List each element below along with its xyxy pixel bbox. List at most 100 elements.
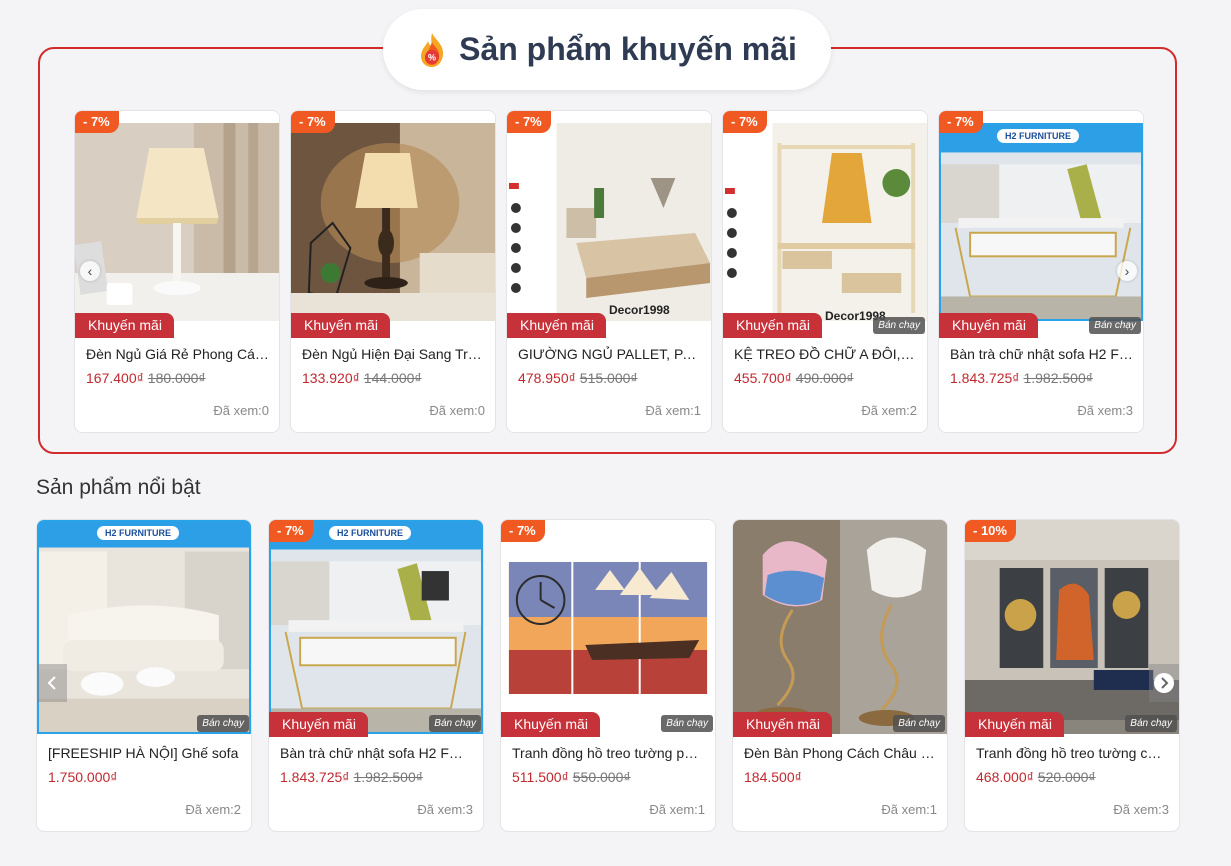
discount-badge: - 7% <box>723 111 767 133</box>
view-count: Đã xem:1 <box>881 802 937 817</box>
product-name[interactable]: Đèn Bàn Phong Cách Châu Âu <box>744 745 937 761</box>
price-row: 184.500₫ <box>744 769 802 785</box>
sale-price: 478.950₫ <box>518 370 576 386</box>
product-card[interactable]: - 10% Khuyến mãi Bán chạy Tranh đồng hồ … <box>964 519 1180 832</box>
view-count: Đã xem:1 <box>645 403 701 418</box>
discount-badge: - 7% <box>507 111 551 133</box>
promo-label: Khuyến mãi <box>733 712 832 737</box>
bestseller-tag: Bán chạy <box>197 715 249 732</box>
price-row: 1.843.725₫ 1.982.500₫ <box>950 370 1093 386</box>
product-image[interactable] <box>939 123 1143 321</box>
sale-price: 184.500₫ <box>744 769 802 785</box>
old-price: 144.000₫ <box>363 370 422 386</box>
product-image[interactable] <box>733 520 947 734</box>
old-price: 490.000₫ <box>795 370 854 386</box>
old-price: 180.000₫ <box>147 370 206 386</box>
old-price: 1.982.500₫ <box>1023 370 1093 386</box>
bestseller-tag: Bán chạy <box>429 715 481 732</box>
view-count: Đã xem:3 <box>417 802 473 817</box>
promo-label: Khuyến mãi <box>965 712 1064 737</box>
sale-price: 1.843.725₫ <box>950 370 1020 386</box>
old-price: 520.000₫ <box>1037 769 1096 785</box>
sale-price: 468.000₫ <box>976 769 1034 785</box>
bestseller-tag: Bán chạy <box>1089 317 1141 334</box>
product-name[interactable]: Tranh đồng hồ treo tường cô gái <box>976 745 1169 761</box>
discount-badge: - 7% <box>501 520 545 542</box>
chevron-right-icon[interactable]: › <box>1117 261 1137 281</box>
promo-label: Khuyến mãi <box>291 313 390 338</box>
discount-badge: - 7% <box>75 111 119 133</box>
old-price: 550.000₫ <box>572 769 631 785</box>
view-count: Đã xem:0 <box>213 403 269 418</box>
price-row: 1.750.000₫ <box>48 769 117 785</box>
promo-label: Khuyến mãi <box>723 313 822 338</box>
product-image[interactable] <box>723 123 927 321</box>
sale-price: 133.920₫ <box>302 370 360 386</box>
chevron-left-icon[interactable]: ‹ <box>80 261 100 281</box>
product-card[interactable]: - 7% Decor1998 Khuyến mãi Bán chạy KỆ TR… <box>722 110 928 433</box>
promo-label: Khuyến mãi <box>939 313 1038 338</box>
product-card[interactable]: - 7% Decor1998 Khuyến mãi GIƯỜNG NGỦ PAL… <box>506 110 712 433</box>
product-name[interactable]: [FREESHIP HÀ NỘI] Ghế sofa <box>48 745 241 761</box>
product-name[interactable]: KỆ TREO ĐỒ CHỮ A ĐÔI,KỆ TREO <box>734 346 917 362</box>
price-row: 133.920₫ 144.000₫ <box>302 370 422 386</box>
promo-label: Khuyến mãi <box>507 313 606 338</box>
bestseller-tag: Bán chạy <box>661 715 713 732</box>
product-card[interactable]: - 7% Khuyến mãi Đèn Ngủ Hiện Đại Sang Tr… <box>290 110 496 433</box>
product-name[interactable]: Đèn Ngủ Giá Rẻ Phong Cách Hàn Quốc <box>86 346 269 362</box>
product-image[interactable] <box>291 123 495 321</box>
chevron-left-icon[interactable] <box>37 664 67 702</box>
discount-badge: - 10% <box>965 520 1016 542</box>
price-row: 468.000₫ 520.000₫ <box>976 769 1096 785</box>
discount-badge: - 7% <box>269 520 313 542</box>
product-card[interactable]: H2 FURNITURE Bán chạy [FREESHIP HÀ NỘI] … <box>36 519 252 832</box>
view-count: Đã xem:2 <box>861 403 917 418</box>
view-count: Đã xem:3 <box>1077 403 1133 418</box>
brand-logo: H2 FURNITURE <box>329 526 412 540</box>
sale-price: 1.843.725₫ <box>280 769 350 785</box>
product-card[interactable]: - 7% ‹ Khuyến mãi Đèn Ngủ Giá Rẻ Phong C… <box>74 110 280 433</box>
brand-logo: H2 FURNITURE <box>997 129 1080 143</box>
price-row: 1.843.725₫ 1.982.500₫ <box>280 769 423 785</box>
sale-price: 455.700₫ <box>734 370 792 386</box>
view-count: Đã xem:2 <box>185 802 241 817</box>
bestseller-tag: Bán chạy <box>873 317 925 334</box>
sale-price: 1.750.000₫ <box>48 769 118 785</box>
old-price: 1.982.500₫ <box>353 769 423 785</box>
product-card[interactable]: H2 FURNITURE - 7% Khuyến mãi Bán chạy Bà… <box>268 519 484 832</box>
product-name[interactable]: Tranh đồng hồ treo tường phòng khách <box>512 745 705 761</box>
fire-icon: % <box>421 32 444 67</box>
promo-section-title: Sản phẩm khuyến mãi <box>459 31 797 67</box>
sale-price: 167.400₫ <box>86 370 144 386</box>
product-name[interactable]: Đèn Ngủ Hiện Đại Sang Trọng <box>302 346 485 362</box>
price-row: 478.950₫ 515.000₫ <box>518 370 638 386</box>
brand-watermark: Decor1998 <box>609 303 670 317</box>
price-row: 511.500₫ 550.000₫ <box>512 769 631 785</box>
bestseller-tag: Bán chạy <box>1125 715 1177 732</box>
product-name[interactable]: GIƯỜNG NGỦ PALLET, PALLET GỖ <box>518 346 701 362</box>
product-name[interactable]: Bàn trà chữ nhật sofa H2 FURNITURE <box>950 346 1133 362</box>
svg-text:%: % <box>428 52 436 62</box>
old-price: 515.000₫ <box>579 370 638 386</box>
product-card[interactable]: H2 FURNITURE - 7% › Khuyến mãi Bán chạy … <box>938 110 1144 433</box>
product-image[interactable] <box>75 123 279 321</box>
product-image[interactable] <box>501 520 715 734</box>
discount-badge: - 7% <box>939 111 983 133</box>
bestseller-tag: Bán chạy <box>893 715 945 732</box>
product-card[interactable]: - 7% Khuyến mãi Bán chạy Tranh đồng hồ t… <box>500 519 716 832</box>
product-image[interactable] <box>37 520 251 734</box>
product-name[interactable]: Bàn trà chữ nhật sofa H2 FURNITURE <box>280 745 473 761</box>
view-count: Đã xem:3 <box>1113 802 1169 817</box>
promo-label: Khuyến mãi <box>75 313 174 338</box>
product-image[interactable] <box>507 123 711 321</box>
promo-label: Khuyến mãi <box>269 712 368 737</box>
brand-logo: H2 FURNITURE <box>97 526 180 540</box>
product-image[interactable] <box>269 520 483 734</box>
product-image[interactable] <box>965 520 1179 734</box>
chevron-right-icon[interactable] <box>1149 664 1179 702</box>
promo-label: Khuyến mãi <box>501 712 600 737</box>
product-card[interactable]: Khuyến mãi Bán chạy Đèn Bàn Phong Cách C… <box>732 519 948 832</box>
price-row: 455.700₫ 490.000₫ <box>734 370 854 386</box>
discount-badge: - 7% <box>291 111 335 133</box>
featured-section-title: Sản phẩm nổi bật <box>36 476 201 499</box>
